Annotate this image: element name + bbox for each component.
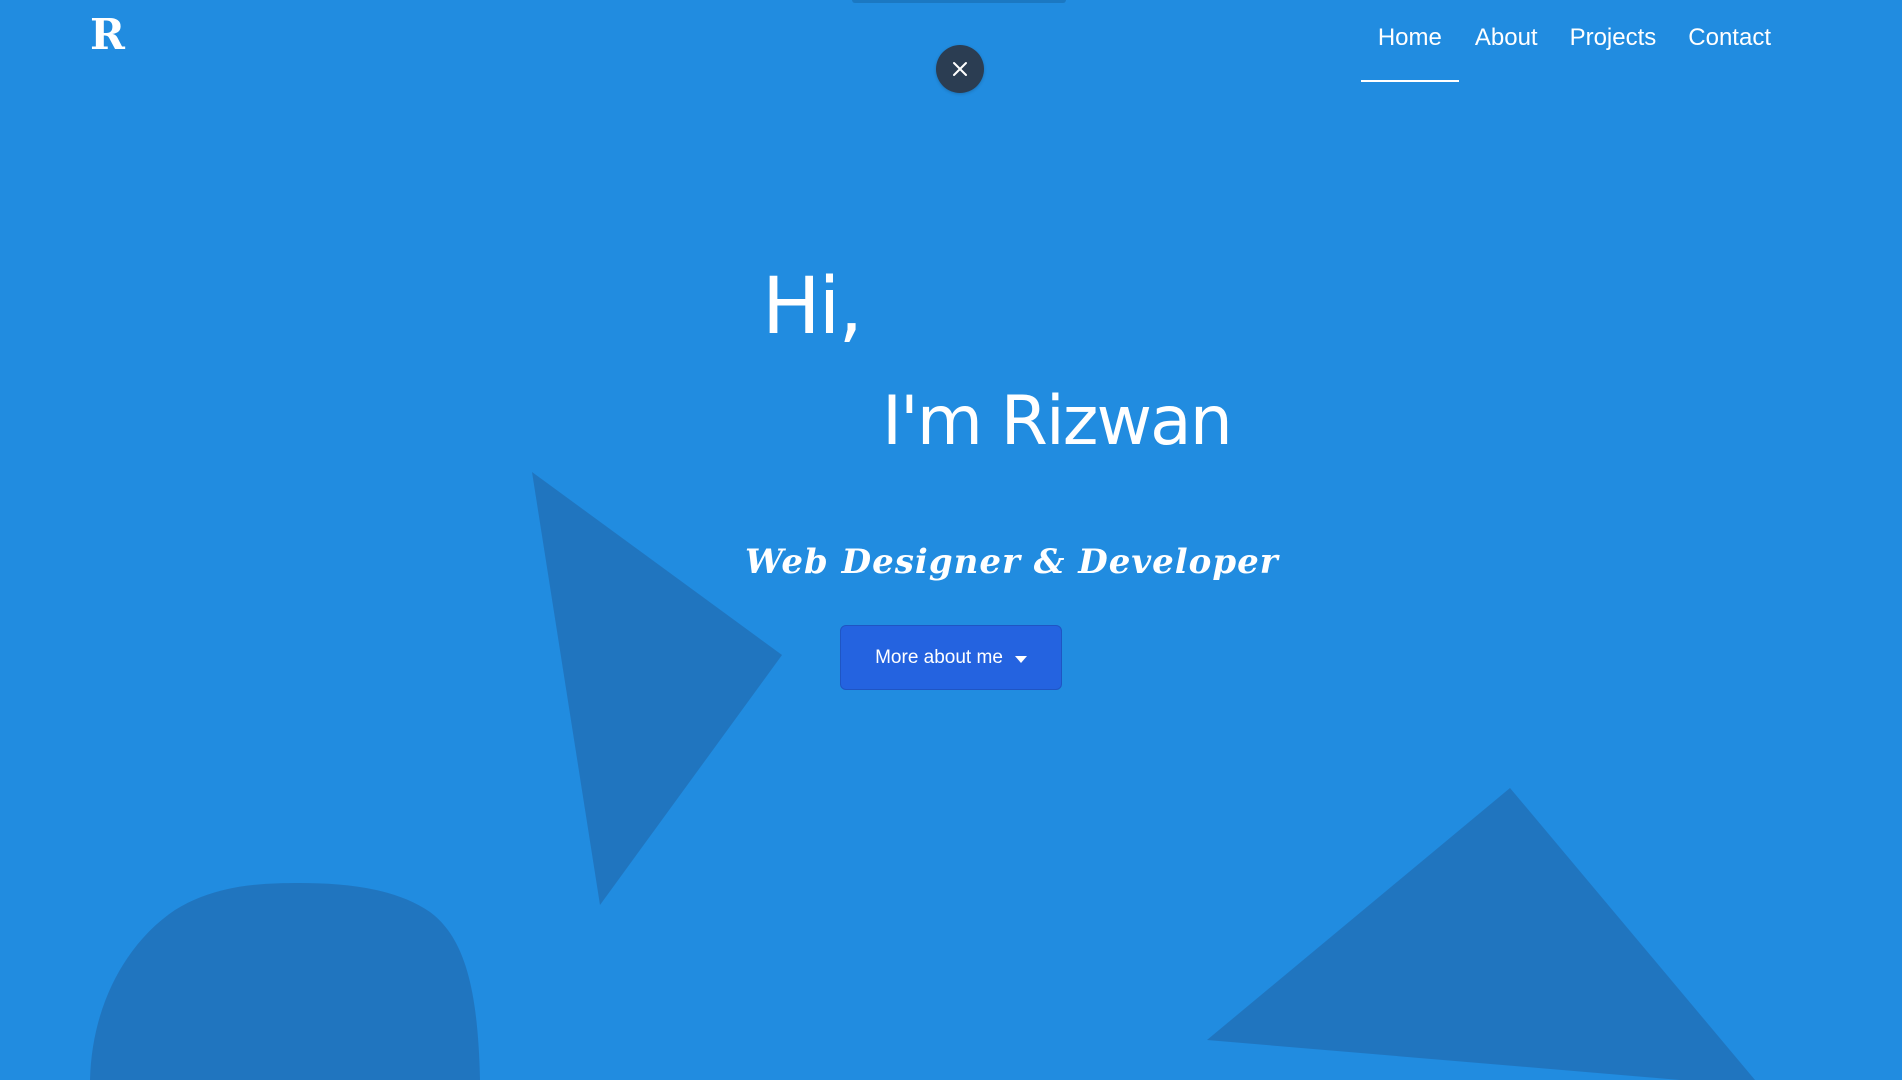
hero-greeting: Hi, <box>762 262 863 352</box>
caret-down-icon <box>1014 655 1027 663</box>
hero-tagline: Web Designer & Developer <box>745 542 1279 582</box>
close-icon <box>953 62 967 76</box>
more-about-me-label: More about me <box>875 646 1003 668</box>
hero-section: Hi, I'm Rizwan Web Designer & Developer … <box>0 0 1902 1080</box>
hero-name: I'm Rizwan <box>882 382 1233 461</box>
close-button[interactable] <box>936 45 984 93</box>
more-about-me-button[interactable]: More about me <box>840 625 1062 690</box>
